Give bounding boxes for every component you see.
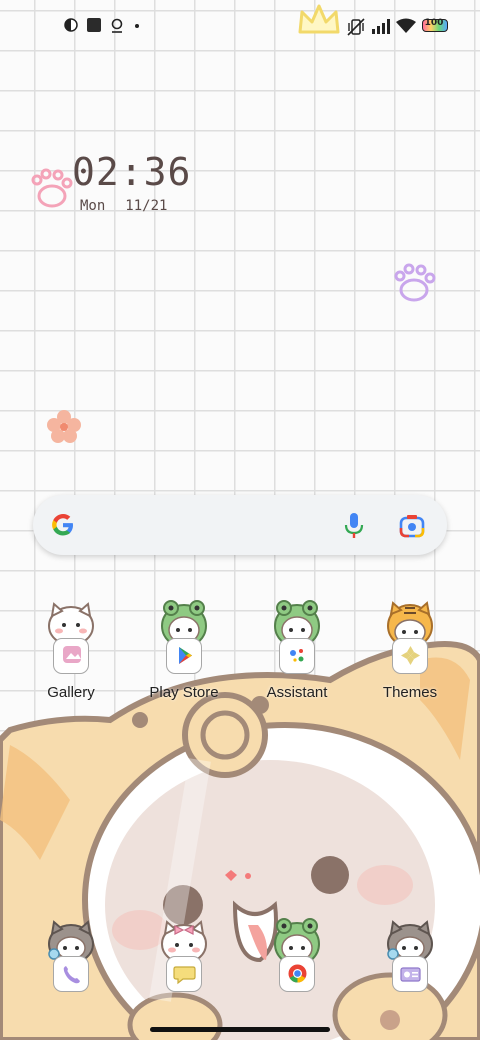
pink-paw-decor (31, 168, 73, 208)
app-themes[interactable]: Themes (355, 600, 465, 701)
gallery-icon (53, 638, 89, 674)
clock-date-value: 11/21 (125, 198, 168, 214)
app-assistant-label: Assistant (266, 684, 328, 701)
battery-level: 100 (424, 18, 444, 28)
phone-icon (53, 956, 89, 992)
camera-icon (392, 956, 428, 992)
battery-icon: 100 (422, 18, 448, 32)
google-logo-icon (52, 514, 73, 536)
clock-time[interactable]: 02:36 (72, 150, 191, 194)
purple-paw-decor (394, 263, 436, 302)
signal-icon (372, 19, 390, 34)
app-play-store[interactable]: Play Store (129, 600, 239, 701)
theme-circle-icon (64, 18, 78, 32)
status-bar: 100 (0, 0, 480, 56)
play-store-icon (166, 638, 202, 674)
dock-camera[interactable] (355, 918, 465, 1000)
clock-day: Mon (80, 198, 106, 214)
chrome-icon (279, 956, 315, 992)
messages-icon (166, 956, 202, 992)
app-gallery[interactable]: Gallery (16, 600, 126, 701)
themes-icon (392, 638, 428, 674)
dot-icon (135, 24, 139, 28)
dock-chrome[interactable] (242, 918, 352, 1000)
dock-messages[interactable] (129, 918, 239, 1000)
app-assistant[interactable]: Assistant (242, 600, 352, 701)
wifi-icon (396, 18, 416, 33)
app-gallery-label: Gallery (47, 684, 95, 701)
vibrate-off-icon (347, 18, 365, 36)
app-play-store-label: Play Store (149, 684, 219, 701)
lens-icon[interactable] (399, 514, 425, 538)
clock-date[interactable]: Mon 11/21 (80, 198, 187, 214)
google-search-bar[interactable] (33, 495, 447, 555)
dock-phone[interactable] (16, 918, 126, 1000)
app-themes-label: Themes (382, 684, 438, 701)
square-icon (87, 18, 101, 32)
home-gesture-bar[interactable] (150, 1027, 330, 1032)
pin-icon (111, 18, 123, 33)
crown-icon (298, 4, 340, 34)
mic-icon[interactable] (344, 512, 364, 540)
assistant-icon (279, 638, 315, 674)
flower-decor (47, 410, 81, 443)
